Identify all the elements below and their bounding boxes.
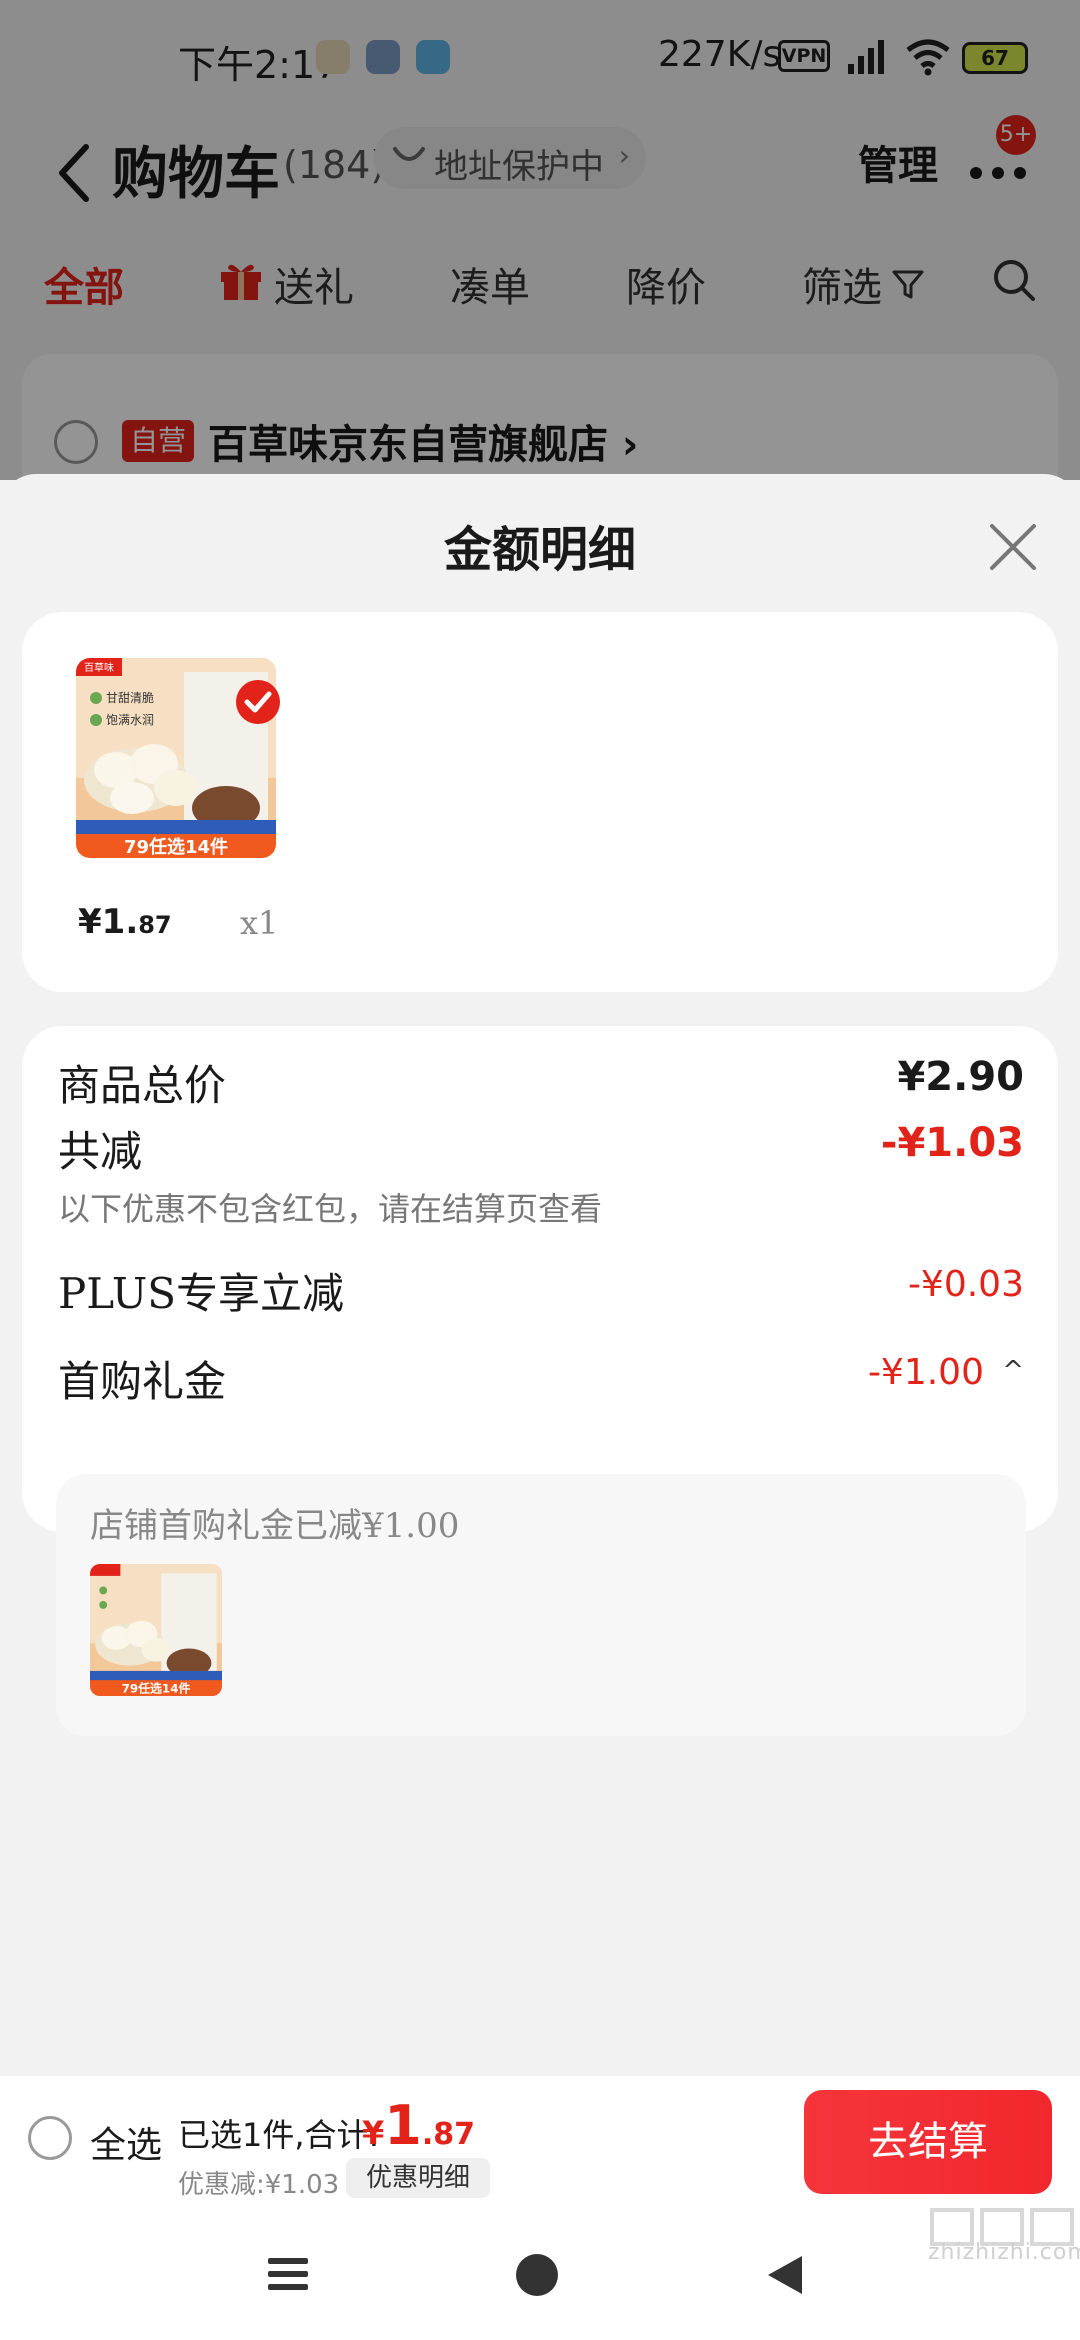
gift-product-thumbnail[interactable]: 79任选14件 <box>90 1564 222 1696</box>
discount-summary: 优惠减:¥1.03 <box>178 2170 340 2200</box>
select-all-label[interactable]: 全选 <box>90 2116 162 2168</box>
total-label: 商品总价 <box>58 1061 227 1110</box>
price-summary-card: 商品总价 ¥2.90 共减 -¥1.03 以下优惠不包含红包，请在结算页查看 P… <box>22 1026 1058 1736</box>
chevron-up-icon[interactable]: ^ <box>1002 1356 1024 1386</box>
item-price-dec: 87 <box>138 911 172 939</box>
total-int: 1 <box>384 2094 422 2157</box>
promo-text: 79任选14件 <box>124 836 228 858</box>
product-tagline-2: 饱满水润 <box>106 712 154 727</box>
gift-note: 店铺首购礼金已减¥1.00 <box>90 1506 460 1546</box>
reduce-value: -¥1.03 <box>880 1120 1024 1166</box>
recent-apps-icon[interactable] <box>268 2254 308 2294</box>
plus-discount-value: -¥0.03 <box>907 1264 1024 1305</box>
brand-text: 百草味 <box>84 662 114 674</box>
system-nav-bar: zhizhizhi.com <box>0 2208 1080 2340</box>
checkmark-icon <box>236 680 280 724</box>
total-value: ¥2.90 <box>897 1054 1024 1100</box>
plus-discount-label: PLUS专享立减 <box>58 1269 345 1318</box>
back-triangle-icon[interactable] <box>764 2254 804 2296</box>
watermark-text: zhizhizhi.com <box>928 2240 1080 2265</box>
item-quantity: x1 <box>240 904 279 942</box>
checkout-total: ¥1.87 <box>362 2094 475 2157</box>
select-all-radio[interactable] <box>28 2116 72 2160</box>
gift-detail-box: 店铺首购礼金已减¥1.00 79任选14件 <box>56 1474 1026 1736</box>
reduce-label: 共减 <box>58 1127 143 1176</box>
item-price: ¥1.87 <box>78 902 172 942</box>
home-icon[interactable] <box>516 2254 558 2296</box>
reduce-note: 以下优惠不包含红包，请在结算页查看 <box>58 1190 603 1228</box>
close-icon[interactable] <box>988 522 1038 572</box>
selected-summary: 已选1件,合计: <box>178 2116 380 2154</box>
sheet-title: 金额明细 <box>443 522 636 578</box>
total-dec: .87 <box>421 2117 475 2152</box>
selected-items-card: 百草味 甘甜清脆 饱满水润 79任选14件 ¥1.87 x1 <box>22 612 1058 992</box>
item-price-int: ¥1. <box>78 902 139 942</box>
gift-promo-text: 79任选14件 <box>122 1682 191 1696</box>
checkout-button[interactable]: 去结算 <box>804 2090 1052 2194</box>
first-purchase-gift-value[interactable]: -¥1.00 <box>868 1352 984 1393</box>
price-detail-sheet: 金额明细 百草味 甘甜清脆 饱满水润 79任选14件 ¥1.87 x1 商品总价… <box>0 474 1080 2080</box>
checkout-bar: 全选 已选1件,合计: ¥1.87 优惠减:¥1.03 优惠明细 去结算 <box>0 2076 1080 2210</box>
discount-detail-button[interactable]: 优惠明细 <box>346 2158 490 2198</box>
first-purchase-gift-label[interactable]: 首购礼金 <box>58 1348 226 1409</box>
total-currency: ¥ <box>362 2114 385 2152</box>
gift-product-image: 79任选14件 <box>90 1564 222 1696</box>
modal-overlay[interactable] <box>0 0 1080 480</box>
product-tagline-1: 甘甜清脆 <box>106 690 154 705</box>
